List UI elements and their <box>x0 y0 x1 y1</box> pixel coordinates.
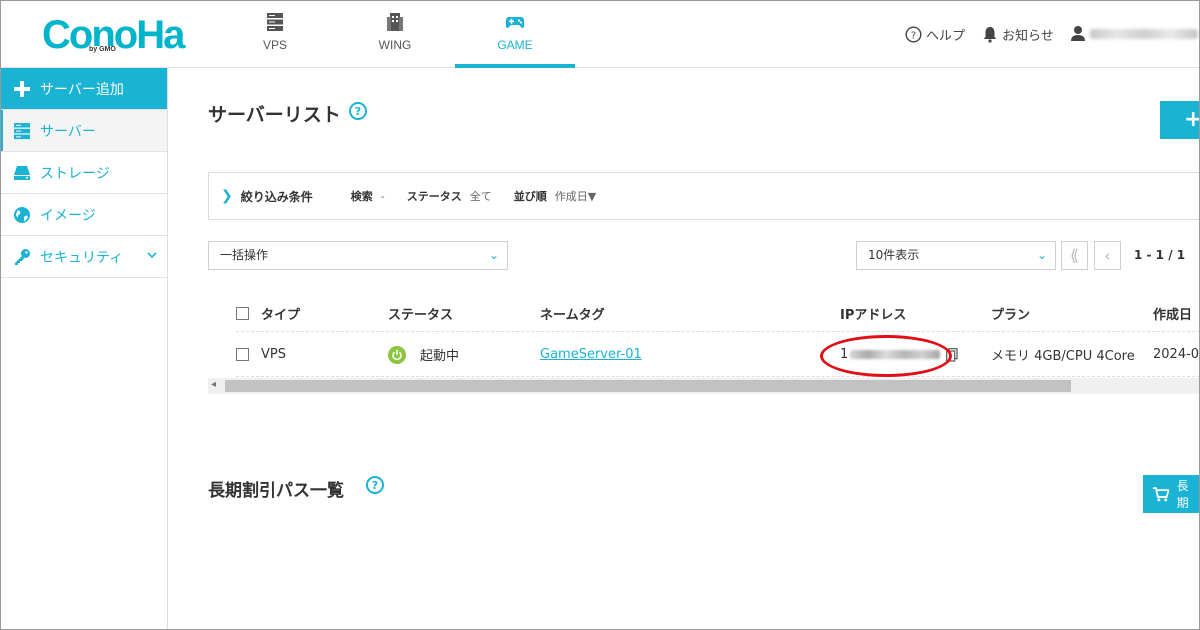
chevron-down-icon: ⌄ <box>488 248 499 262</box>
svg-text:?: ? <box>911 31 916 42</box>
copy-icon[interactable] <box>946 347 958 362</box>
gamepad-icon <box>506 17 524 28</box>
tab-game-label: GAME <box>497 38 533 52</box>
row-status-label: 起動中 <box>420 349 460 364</box>
sidebar-item-label: セキュリティ <box>40 249 124 266</box>
col-plan[interactable]: プラン <box>991 296 1030 331</box>
question-circle-icon: ? <box>905 26 922 43</box>
power-icon <box>388 345 406 364</box>
storage-icon <box>12 163 32 183</box>
ip-redacted <box>850 350 941 359</box>
sidebar-item-server[interactable]: サーバー <box>0 110 167 152</box>
bulk-action-value: 一括操作 <box>220 248 269 262</box>
scroll-left-icon[interactable]: ◂ <box>211 379 216 390</box>
logo-sub: by GMO <box>88 46 117 53</box>
row-checkbox[interactable] <box>236 348 249 361</box>
help-label: ヘルプ <box>926 29 966 44</box>
building-icon <box>387 13 403 31</box>
server-table-header: タイプ ステータス ネームタグ IPアドレス プラン 作成日 <box>236 296 1200 332</box>
col-ip-address[interactable]: IPアドレス <box>840 296 906 331</box>
table-row[interactable]: VPS 起動中 GameServer-01 1 メモリ 4GB/CPU 4Cor… <box>236 333 1200 377</box>
sidebar-item-image[interactable]: イメージ <box>0 194 167 236</box>
sidebar-item-label: サーバー追加 <box>40 81 124 98</box>
cart-icon <box>1153 486 1169 501</box>
row-type: VPS <box>261 347 286 362</box>
col-status[interactable]: ステータス <box>388 296 453 331</box>
server-icon <box>12 121 32 141</box>
row-ip-address: 1 <box>840 333 958 376</box>
tab-vps[interactable]: VPS <box>215 0 335 68</box>
top-header: ConoHa by GMO VPS WING GAME ? ヘルプ お知らせ <box>0 0 1200 68</box>
filter-search-label: 検索 <box>350 190 373 203</box>
chevron-down-icon[interactable] <box>147 250 157 260</box>
question-circle-icon[interactable]: ? <box>349 102 367 120</box>
tab-wing-label: WING <box>378 38 412 52</box>
row-name-tag-link[interactable]: GameServer-01 <box>540 347 642 362</box>
per-page-value: 10件表示 <box>868 248 920 262</box>
sidebar-item-label: イメージ <box>40 207 96 224</box>
sidebar-item-label: サーバー <box>40 123 96 140</box>
plus-icon <box>12 79 32 99</box>
notice-label: お知らせ <box>1002 29 1054 44</box>
prev-page-button[interactable]: ‹ <box>1094 241 1121 270</box>
filter-search-value: - <box>380 189 385 203</box>
user-icon <box>1071 26 1085 41</box>
first-page-button[interactable]: ⟪ <box>1061 241 1088 270</box>
filter-sort-value: 作成日▼ <box>554 190 597 203</box>
key-icon <box>12 247 32 267</box>
col-type[interactable]: タイプ <box>261 296 300 331</box>
sidebar-item-add-server[interactable]: サーバー追加 <box>0 68 167 110</box>
help-link[interactable]: ? ヘルプ <box>905 25 965 44</box>
filter-sort-label: 並び順 <box>513 190 547 203</box>
conoha-logo[interactable]: ConoHa by GMO <box>42 14 185 56</box>
tab-vps-label: VPS <box>262 38 287 52</box>
tab-game[interactable]: GAME <box>455 0 575 68</box>
select-all-checkbox[interactable] <box>236 307 249 320</box>
page-title: サーバーリスト <box>208 104 341 126</box>
filter-title: 絞り込み条件 <box>240 189 313 204</box>
per-page-select[interactable]: 10件表示 ⌄ <box>856 241 1056 270</box>
row-status: 起動中 <box>388 333 459 376</box>
discount-pass-button[interactable]: 長期 <box>1143 475 1200 513</box>
filter-status-label: ステータス <box>406 190 462 203</box>
question-circle-icon[interactable]: ? <box>366 476 384 494</box>
filter-status-value: 全て <box>469 190 492 203</box>
ip-prefix: 1 <box>840 347 849 362</box>
sidebar-item-security[interactable]: セキュリティ <box>0 236 167 278</box>
user-menu[interactable] <box>1070 25 1198 42</box>
user-name-redacted <box>1090 28 1198 39</box>
chevron-right-icon: ❯ <box>221 188 233 204</box>
server-icon <box>267 13 283 31</box>
pagination-info: 1 - 1 / 1 <box>1134 248 1186 262</box>
discount-section-title: 長期割引パス一覧 <box>208 481 344 501</box>
bell-icon <box>983 27 997 43</box>
discount-button-label: 長期 <box>1176 479 1189 510</box>
sidebar: サーバー追加 サーバー ストレージ イメージ セキュリティ <box>0 68 168 630</box>
chevron-down-icon: ⌄ <box>1036 248 1047 262</box>
sidebar-item-storage[interactable]: ストレージ <box>0 152 167 194</box>
scrollbar-thumb[interactable] <box>225 380 1071 392</box>
sidebar-item-label: ストレージ <box>40 165 110 182</box>
filter-bar[interactable]: ❯ 絞り込み条件 検索 - ステータス 全て 並び順 作成日▼ <box>208 172 1200 220</box>
row-created: 2024-05 <box>1153 347 1200 362</box>
notice-link[interactable]: お知らせ <box>982 25 1054 44</box>
col-created[interactable]: 作成日 <box>1153 296 1192 331</box>
add-server-button[interactable]: + <box>1160 101 1200 139</box>
bulk-action-select[interactable]: 一括操作 ⌄ <box>208 241 508 270</box>
horizontal-scrollbar[interactable]: ◂ <box>208 378 1200 394</box>
globe-icon <box>12 205 32 225</box>
col-name-tag[interactable]: ネームタグ <box>540 296 605 331</box>
tab-wing[interactable]: WING <box>335 0 455 68</box>
row-plan: メモリ 4GB/CPU 4Core <box>991 349 1135 364</box>
